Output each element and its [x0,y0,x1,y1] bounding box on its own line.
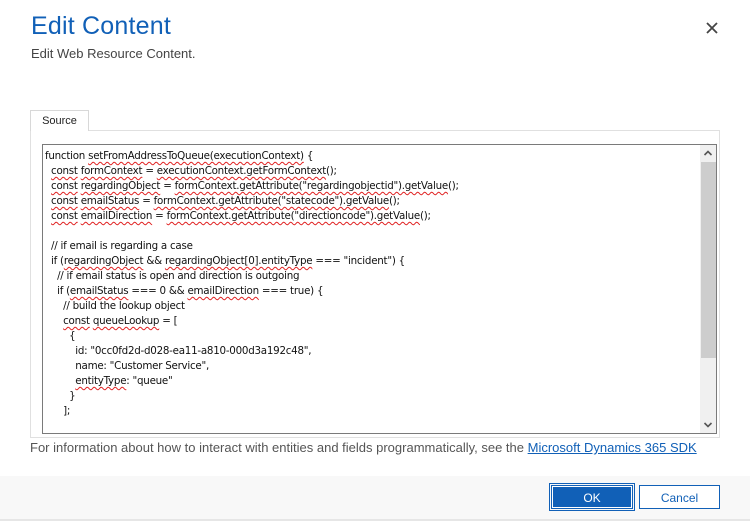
sdk-info-text: For information about how to interact wi… [30,441,730,454]
code-token: === true) { [258,285,324,297]
spellcheck-flagged-token: formContext.getAttribute("regardingobjec… [174,180,449,192]
spellcheck-flagged-token: entityType [75,375,127,387]
code-token: if ( [45,255,64,267]
code-line: function setFromAddressToQueue(execution… [45,149,695,164]
spellcheck-flagged-token: queueLookup [92,315,160,327]
code-token: { [45,330,76,342]
code-line: const queueLookup = [ [45,314,695,329]
code-token: (); [389,195,400,207]
code-line: const formContext = executionContext.get… [45,164,695,179]
code-line: if (regardingObject && regardingObject[0… [45,254,695,269]
editor-scrollbar[interactable] [700,145,716,433]
spellcheck-flagged-token: executionContext.getFormContext [156,165,326,177]
code-token: = [139,195,154,207]
code-token: = [160,180,175,192]
info-text: For information about how to interact wi… [30,440,528,455]
spellcheck-flagged-token: regardingObject[0].entityType [164,255,313,267]
code-line: const emailDirection = formContext.getAt… [45,209,695,224]
code-token: id: "0cc0fd2d-d028-ea11-a810-000d3a192c4… [45,345,312,357]
spellcheck-flagged-token: const [51,210,78,222]
spellcheck-flagged-token: const [51,165,78,177]
code-line: // if email is regarding a case [45,239,695,254]
code-token: && [143,255,165,267]
code-line: entityType: "queue" [45,374,695,389]
ok-button[interactable]: OK [549,483,635,511]
code-token: function [45,150,89,162]
cancel-button[interactable]: Cancel [639,485,720,509]
spellcheck-flagged-token: emailDirection [187,285,259,297]
tab-panel-source: function setFromAddressToQueue(execution… [30,130,720,438]
code-token: : "queue" [126,375,173,387]
code-token: = [ [159,315,178,327]
dialog-footer: OK Cancel [0,476,750,521]
code-token: if ( [45,285,70,297]
close-icon [706,22,718,34]
code-content[interactable]: function setFromAddressToQueue(execution… [45,149,695,419]
chevron-down-icon [703,422,713,428]
close-button[interactable] [702,18,722,38]
dialog-title: Edit Content [31,12,171,40]
code-line: ]; [45,404,695,419]
code-line: name: "Customer Service", [45,359,695,374]
code-line: } [45,389,695,404]
code-token: (); [326,165,337,177]
code-line: id: "0cc0fd2d-d028-ea11-a810-000d3a192c4… [45,344,695,359]
sdk-link[interactable]: Microsoft Dynamics 365 SDK [528,440,697,455]
code-token: // build the lookup object [45,300,185,312]
code-token: = [152,210,167,222]
code-token: ]; [45,405,71,417]
spellcheck-flagged-token: regardingObject [80,180,161,192]
spellcheck-flagged-token: const [51,180,78,192]
spellcheck-flagged-token: setFromAddressToQueue(executionContext) [88,150,304,162]
code-token: // if email is regarding a case [45,240,193,252]
tab-area: Source function setFromAddressToQueue(ex… [30,110,720,438]
code-line: // build the lookup object [45,299,695,314]
code-line: { [45,329,695,344]
scroll-down-button[interactable] [700,417,716,433]
dialog-subtitle: Edit Web Resource Content. [31,46,196,61]
spellcheck-flagged-token: formContext.getAttribute("directioncode"… [166,210,421,222]
code-token: (); [420,210,431,222]
spellcheck-flagged-token: regardingObject [63,255,144,267]
spellcheck-flagged-token: formContext [80,165,143,177]
code-line: if (emailStatus === 0 && emailDirection … [45,284,695,299]
spellcheck-flagged-token: emailStatus [80,195,140,207]
chevron-up-icon [703,150,713,156]
code-line: // if email status is open and direction… [45,269,695,284]
code-token: === 0 && [128,285,188,297]
spellcheck-flagged-token: const [63,315,90,327]
scroll-up-button[interactable] [700,145,716,161]
scroll-thumb[interactable] [701,162,716,358]
code-token: // if email status is open and direction… [45,270,300,282]
edit-content-dialog: Edit Content Edit Web Resource Content. … [0,0,750,521]
code-token: === "incident") { [312,255,405,267]
spellcheck-flagged-token: const [51,195,78,207]
code-line: const emailStatus = formContext.getAttri… [45,194,695,209]
code-token: } [45,390,76,402]
code-token: (); [447,180,459,192]
source-code-editor[interactable]: function setFromAddressToQueue(execution… [42,144,717,434]
spellcheck-flagged-token: emailDirection [80,210,153,222]
code-token: { [303,150,314,162]
code-token: name: "Customer Service", [45,360,210,372]
tab-source[interactable]: Source [30,110,89,131]
spellcheck-flagged-token: formContext.getAttribute("statecode").ge… [153,195,390,207]
code-token: = [142,165,157,177]
spellcheck-flagged-token: emailStatus [69,285,129,297]
code-line: const regardingObject = formContext.getA… [45,179,695,194]
